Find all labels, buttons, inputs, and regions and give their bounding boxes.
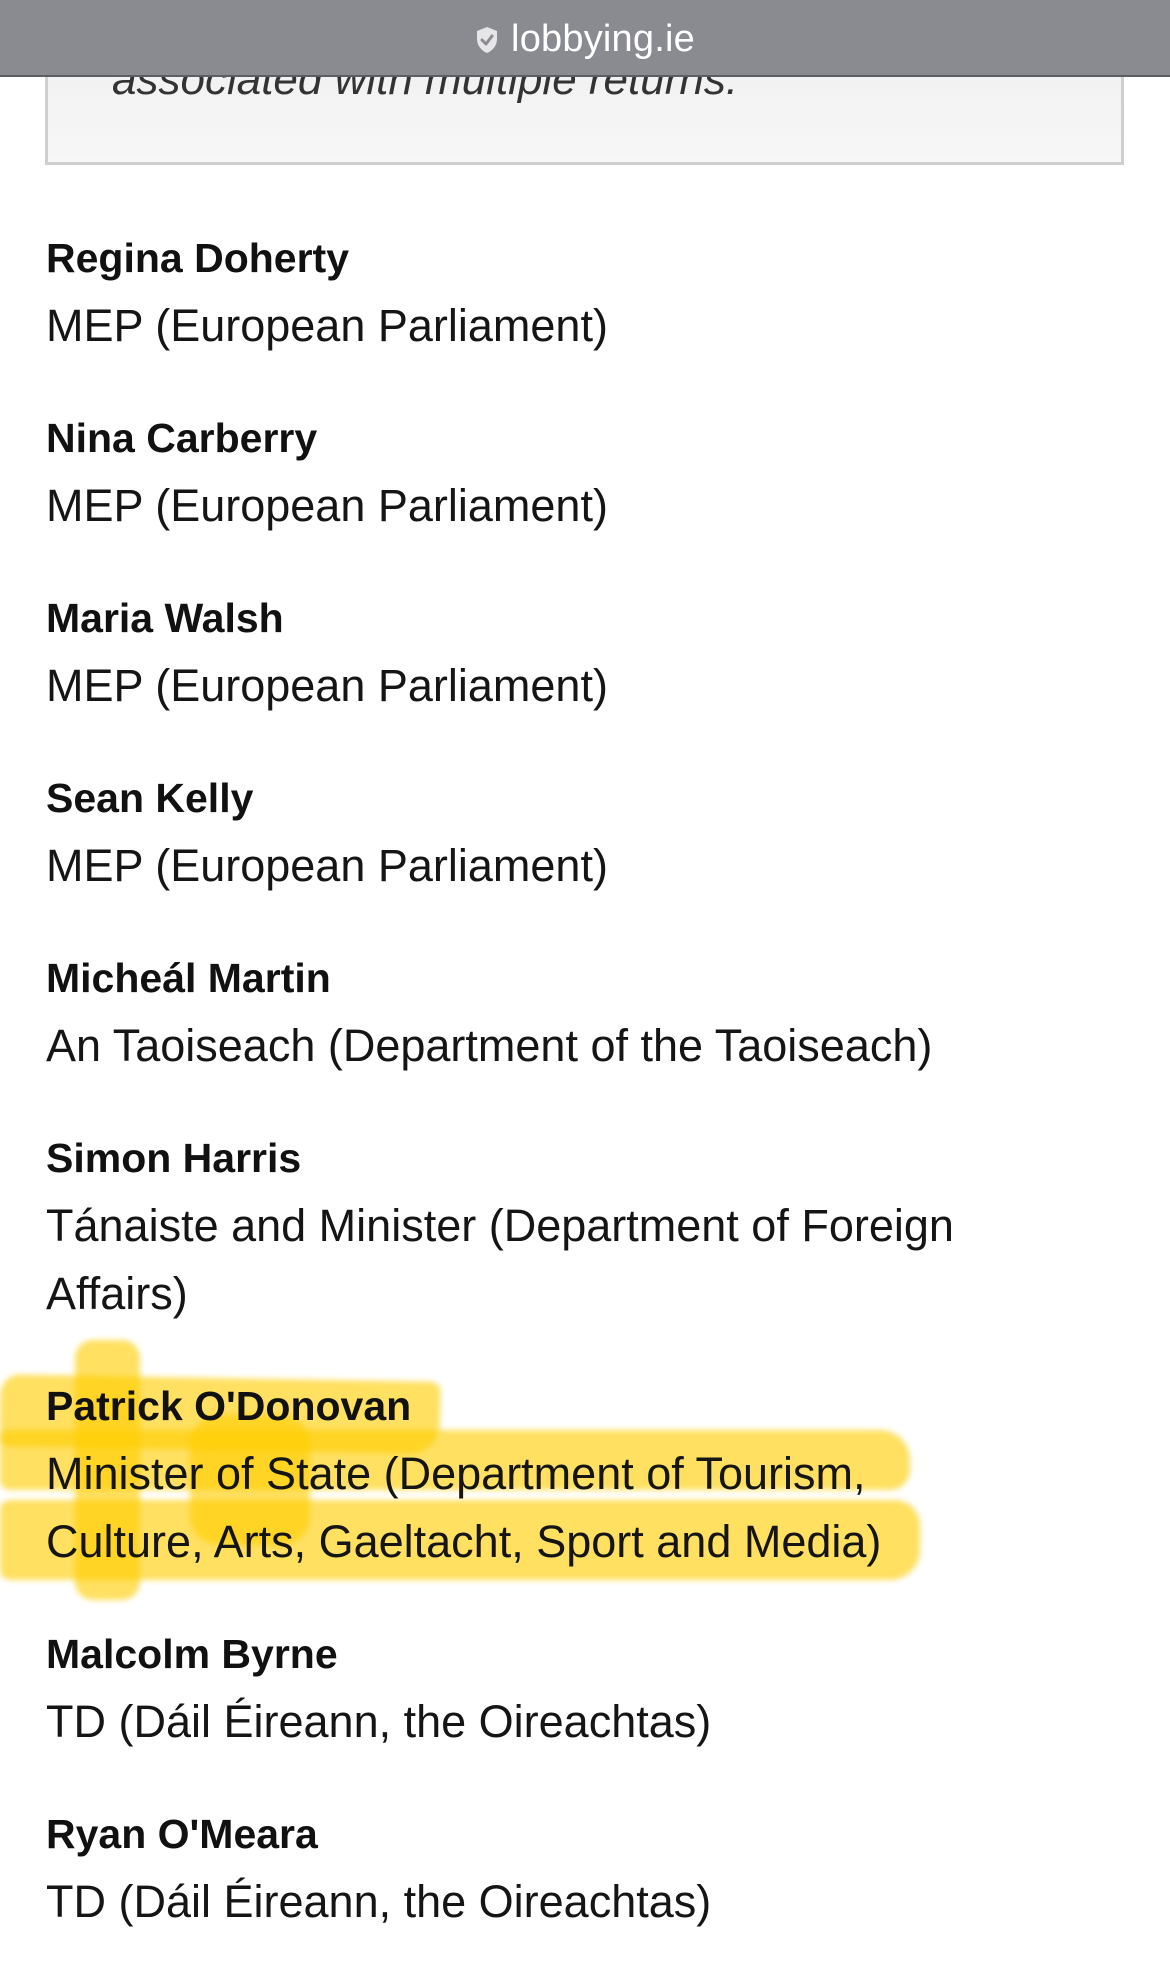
url-domain: lobbying.ie [511, 18, 695, 60]
official-name: Nina Carberry [46, 415, 318, 461]
official-name: Malcolm Byrne [46, 1631, 338, 1677]
official-name: Sean Kelly [46, 775, 254, 821]
official-role: MEP (European Parliament) [46, 480, 608, 531]
official-entry: Ryan O'Meara TD (Dáil Éireann, the Oirea… [46, 1800, 1106, 1936]
official-entry: Regina Doherty MEP (European Parliament) [46, 224, 1106, 360]
official-entry: Sean Kelly MEP (European Parliament) [46, 764, 1106, 900]
official-name: Ryan O'Meara [46, 1811, 318, 1857]
official-role: TD (Dáil Éireann, the Oireachtas) [46, 1876, 712, 1927]
official-entry: Simon Harris Tánaiste and Minister (Depa… [46, 1124, 1056, 1328]
official-name: Simon Harris [46, 1135, 302, 1181]
official-role: MEP (European Parliament) [46, 300, 608, 351]
official-role: MEP (European Parliament) [46, 840, 608, 891]
official-name: Patrick O'Donovan [46, 1383, 412, 1429]
official-entry: Nina Carberry MEP (European Parliament) [46, 404, 1106, 540]
official-role: Tánaiste and Minister (Department of For… [46, 1200, 954, 1319]
official-name: Regina Doherty [46, 235, 349, 281]
browser-url-bar[interactable]: lobbying.ie [0, 0, 1170, 77]
shield-icon [477, 26, 498, 53]
official-entry: Maria Walsh MEP (European Parliament) [46, 584, 1106, 720]
official-name: Micheál Martin [46, 955, 331, 1001]
official-role: TD (Dáil Éireann, the Oireachtas) [46, 1696, 712, 1747]
official-role: An Taoiseach (Department of the Taoiseac… [46, 1020, 933, 1071]
official-entry: Malcolm Byrne TD (Dáil Éireann, the Oire… [46, 1620, 1106, 1756]
official-entry: Micheál Martin An Taoiseach (Department … [46, 944, 1106, 1080]
official-role: MEP (European Parliament) [46, 660, 608, 711]
official-role: Minister of State (Department of Tourism… [46, 1448, 882, 1567]
official-name: Maria Walsh [46, 595, 284, 641]
official-entry-highlighted: Patrick O'Donovan Minister of State (Dep… [46, 1372, 1006, 1576]
